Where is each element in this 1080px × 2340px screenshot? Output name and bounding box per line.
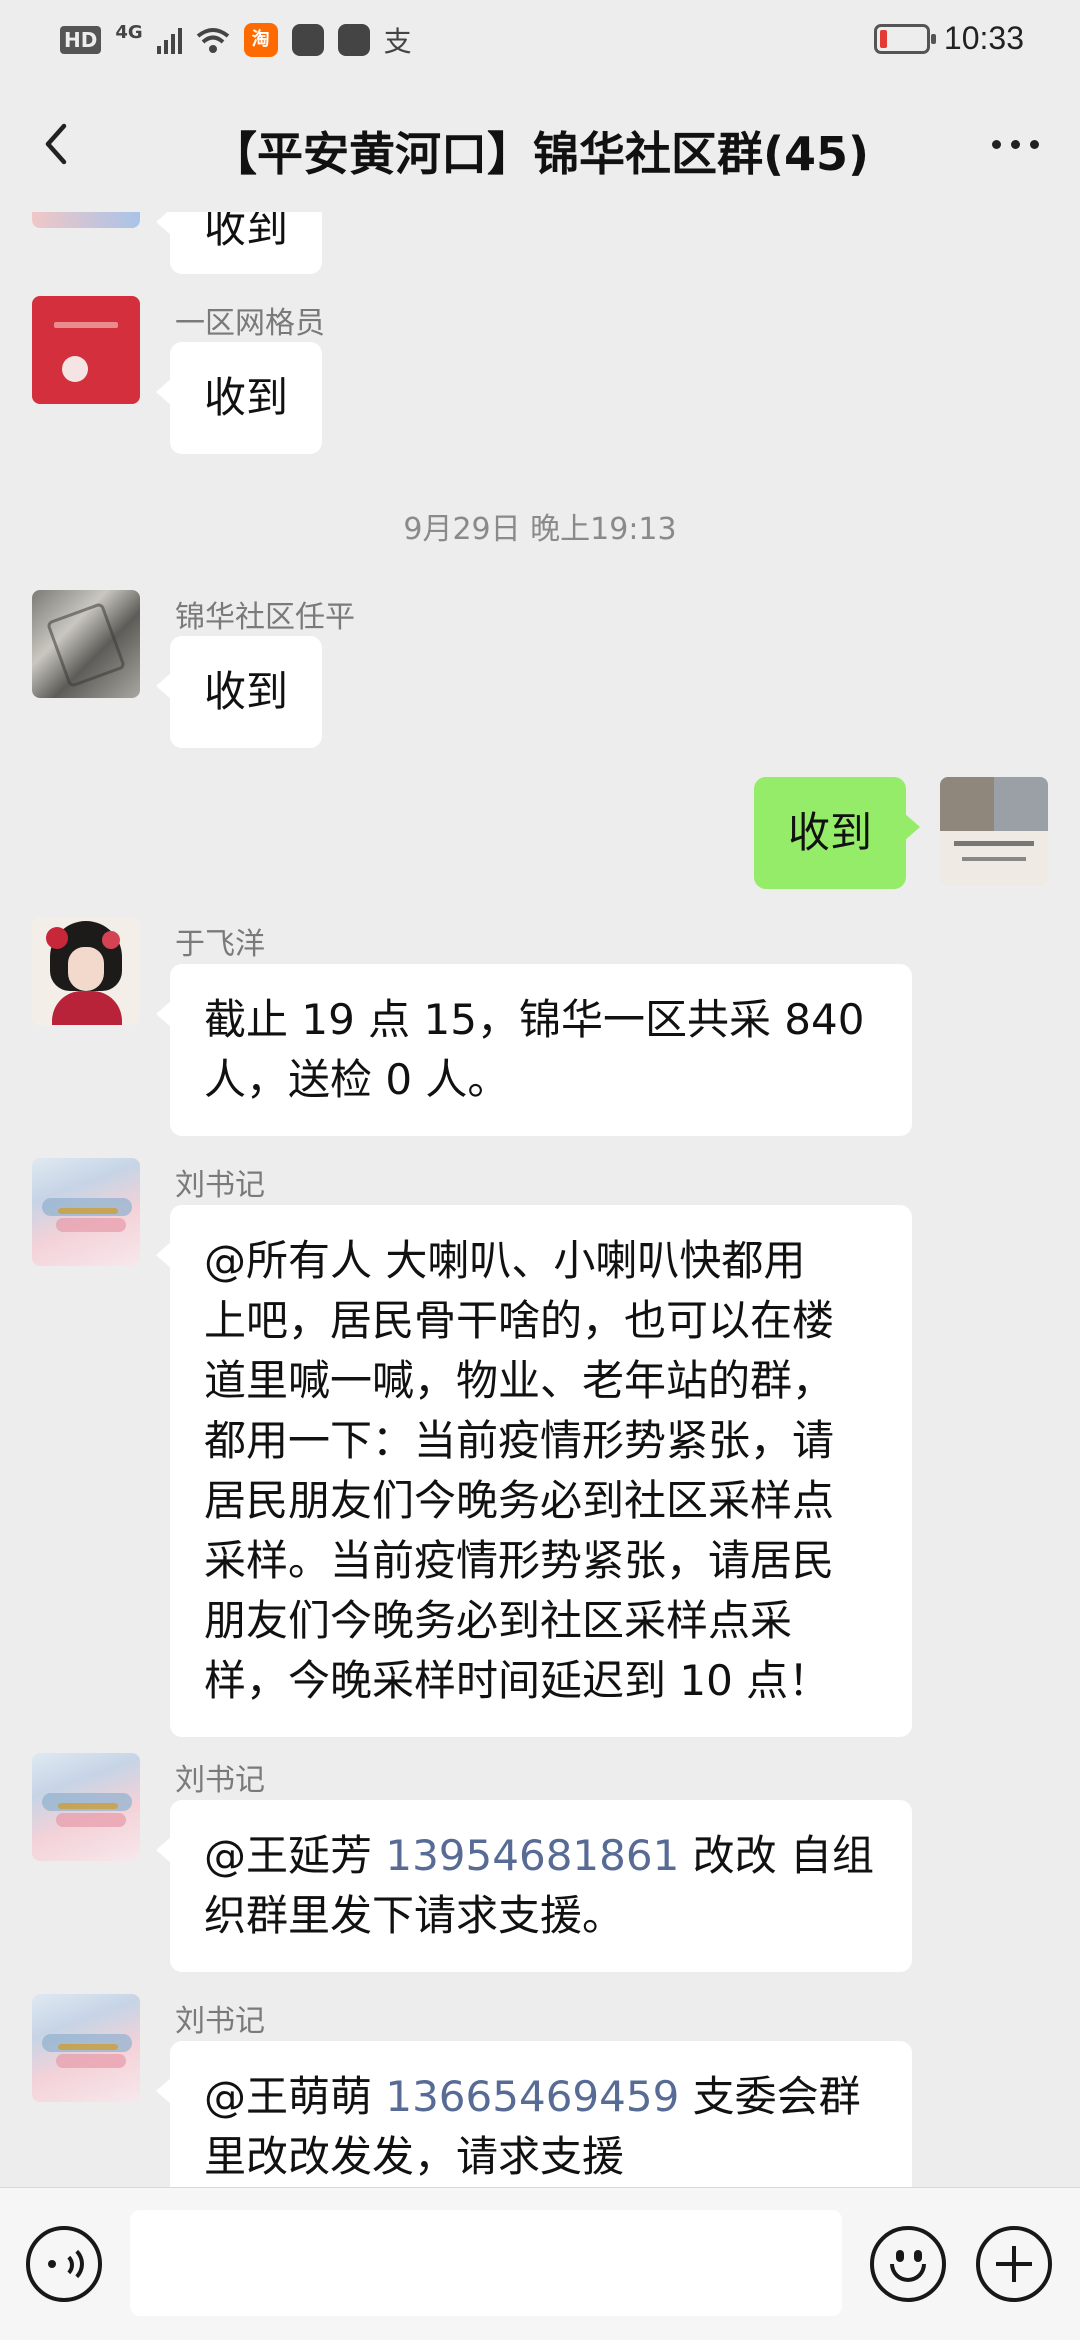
message-bubble[interactable]: 收到 [155,212,323,274]
avatar-part [954,841,1034,846]
voice-icon-arc [58,2244,84,2284]
more-button[interactable] [980,114,1050,174]
back-button[interactable] [30,114,90,174]
phone-link[interactable]: 13665469459 [385,2072,679,2121]
battery-icon [873,23,936,54]
sender-name: 锦华社区任平 [175,600,355,635]
message-text-line: 上吧，居民骨干啥的，也可以在楼 [204,1296,835,1345]
hand-app-icon [337,24,370,56]
message-text-line: 织群里发下请求支援。 [204,1891,625,1940]
message-text-line: 朋友们今晚务必到社区采样点采 [204,1596,793,1645]
message-text-line: @所有人 大喇叭、小喇叭快都用 [204,1236,806,1285]
hd-icon: HD [60,26,102,54]
message-text: 收到 [788,808,873,857]
avatar-calligraphy [58,2044,118,2050]
avatar[interactable] [32,917,140,1025]
message-text: 收到 [204,212,289,252]
message-text: 收到 [204,373,289,422]
message-text-line: 里改改发发，请求支援 [204,2132,625,2181]
avatar-flower [46,927,68,949]
message-bubble[interactable]: @所有人 大喇叭、小喇叭快都用 上吧，居民骨干啥的，也可以在楼 道里喊一喊，物业… [156,1205,912,1737]
status-icons-right: 10:33 [873,20,1024,57]
avatar-seal [62,356,88,382]
avatar-brush [56,1218,126,1232]
avatar[interactable] [32,1753,140,1861]
my-message-bubble[interactable]: 收到 [754,777,921,889]
avatar-face [68,947,104,991]
mention[interactable]: @王萌萌 [204,2072,385,2121]
input-bar [0,2187,1080,2340]
message-bubble[interactable]: 收到 [155,636,323,748]
more-icon-dot [1010,139,1020,149]
avatar-part [962,857,1026,861]
back-arrow-icon [45,123,67,165]
sender-name: 刘书记 [175,1763,265,1798]
status-bar: HD 4G 淘 支 10:33 [0,0,1080,80]
avatar-brush [56,1813,126,1827]
more-functions-button[interactable] [976,2226,1052,2302]
sender-name: 刘书记 [175,1168,265,1203]
message-input[interactable] [130,2210,842,2316]
avatar-calligraphy [58,1803,118,1809]
status-icons-left: HD 4G 淘 支 [60,20,412,60]
sender-name: 刘书记 [175,2004,265,2039]
battery-fill [879,29,887,48]
message-bubble[interactable]: @王萌萌 13665469459 支委会群 里改改发发，请求支援 [156,2041,912,2187]
message-timestamp: 9月29日 晚上19:13 [403,512,677,547]
wifi-icon [196,28,229,53]
message-text-line: 都用一下：当前疫情形势紧张，请 [204,1416,835,1465]
message-bubble[interactable]: 截止 19 点 15，锦华一区共采 840 人，送检 0 人。 [156,964,912,1136]
avatar[interactable] [32,1994,140,2102]
message-text-line: @王萌萌 13665469459 支委会群 [204,2067,878,2127]
avatar-part [994,777,1048,831]
message-bubble[interactable]: 收到 [155,342,323,454]
phone-link[interactable]: 13954681861 [385,1831,679,1880]
avatar-flower [102,931,120,949]
sender-name: 一区网格员 [175,306,325,341]
message-text-line: 居民朋友们今晚务必到社区采样点 [204,1476,835,1525]
alipay-icon: 支 [383,25,412,58]
message-text-line: 采样。当前疫情形势紧张，请居民 [204,1536,835,1585]
avatar-text-mark [54,322,118,328]
my-avatar[interactable] [940,777,1048,885]
emoji-icon-eye [914,2250,922,2262]
message-text-line: 样，今晚采样时间延迟到 10 点！ [204,1656,831,1705]
message-text-line: 道里喊一喊，物业、老年站的群， [204,1356,835,1405]
avatar-brush [56,2054,126,2068]
more-icon-dot [1029,139,1039,149]
avatar[interactable] [32,212,140,228]
sender-name: 于飞洋 [175,927,265,962]
message-text-line: 截止 19 点 15，锦华一区共采 840 [204,995,865,1044]
voice-button[interactable] [26,2226,102,2302]
mention[interactable]: @王延芳 [204,1831,385,1880]
message-text: 收到 [204,667,289,716]
avatar[interactable] [32,296,140,404]
message-text: 改改 自组 [679,1831,875,1880]
message-text-line: 人，送检 0 人。 [204,1055,510,1104]
message-text: 支委会群 [679,2072,861,2121]
clock: 10:33 [943,20,1024,56]
chat-title: 【平安黄河口】锦华社区群(45) [210,127,870,181]
avatar-part [940,777,994,831]
emoji-icon-mouth [890,2264,926,2282]
taobao-app-icon: 淘 [243,23,278,57]
avatar-calligraphy [58,1208,118,1214]
avatar[interactable] [32,1158,140,1266]
signal-icon [156,26,182,54]
network-type-label: 4G [115,21,143,43]
app-notification-icon [291,24,324,56]
chat-header: 【平安黄河口】锦华社区群(45) [0,80,1080,212]
message-bubble[interactable]: @王延芳 13954681861 改改 自组 织群里发下请求支援。 [156,1800,912,1972]
plus-icon-bar [1012,2246,1016,2282]
avatar-robe [52,991,122,1025]
more-icon [991,139,1001,149]
chat-messages[interactable]: 收到 一区网格员 收到 9月29日 晚上19:13 锦华社区任平 收到 收到 于… [0,212,1080,2187]
emoji-button[interactable] [870,2226,946,2302]
avatar-sketch-shape [45,601,127,689]
message-text-line: @王延芳 13954681861 改改 自组 [204,1826,878,1886]
avatar[interactable] [32,590,140,698]
emoji-icon [896,2250,904,2262]
